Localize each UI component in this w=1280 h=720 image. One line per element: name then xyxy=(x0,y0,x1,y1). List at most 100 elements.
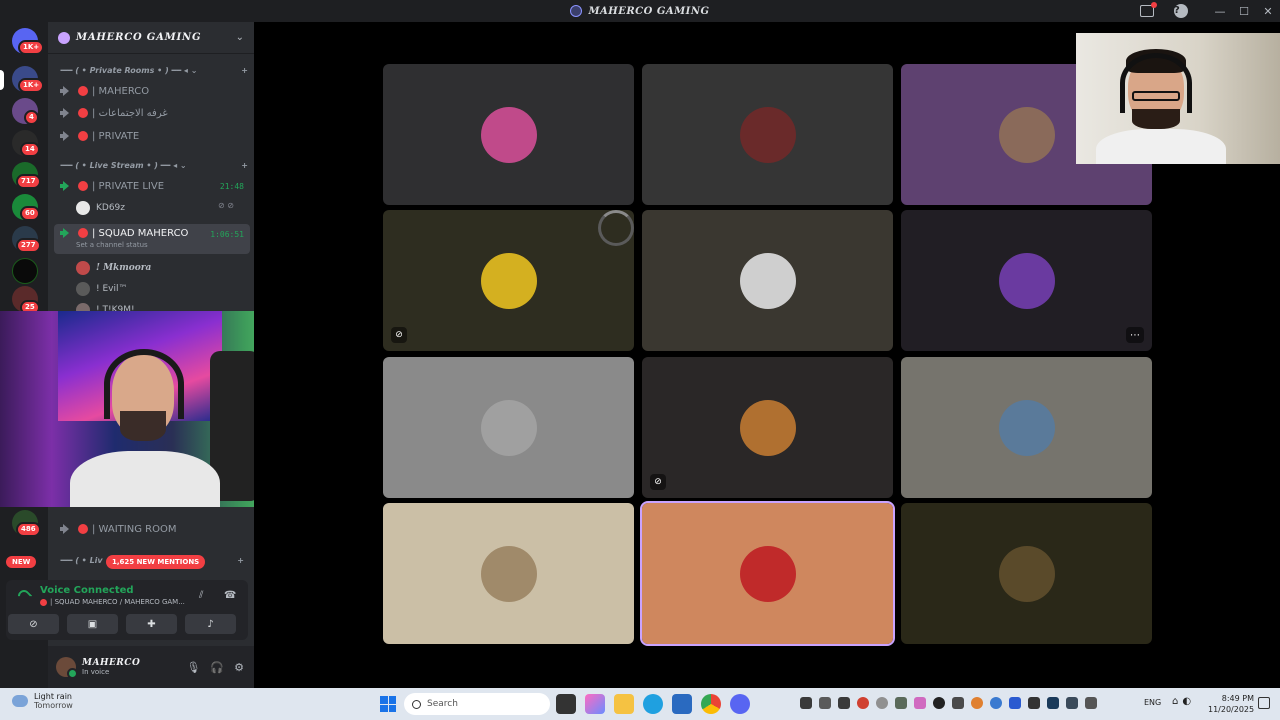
guild-icon xyxy=(58,31,70,44)
channel-squad-maherco[interactable]: | SQUAD MAHERCO 1:06:51 Set a channel st… xyxy=(54,224,250,254)
windows-start-icon[interactable] xyxy=(380,696,396,712)
soundboard-button[interactable]: ♪ xyxy=(185,614,236,634)
channel-private-live[interactable]: | PRIVATE LIVE 21:48 xyxy=(54,176,250,196)
discord-icon[interactable] xyxy=(730,694,750,714)
weather-widget[interactable]: Light rain Tomorrow xyxy=(12,692,73,710)
more-options-icon[interactable]: ⋯ xyxy=(1126,327,1144,343)
channel-label: | PRIVATE LIVE xyxy=(92,180,165,192)
channel-label: | PRIVATE xyxy=(92,130,140,142)
participant-tile[interactable] xyxy=(901,503,1152,644)
participant-tile[interactable] xyxy=(642,210,893,351)
tray-app-icon[interactable] xyxy=(990,697,1002,709)
new-mentions-pill[interactable]: 1,625 NEW MENTIONS xyxy=(106,555,206,569)
avatar xyxy=(480,252,537,309)
help-icon[interactable]: ? xyxy=(1174,4,1188,18)
category-private-rooms[interactable]: ╺━━ ( • Private Rooms • ) ━━ ◂ ⌄ + xyxy=(58,66,248,75)
guild-header[interactable]: MAHERCO GAMING ⌄ xyxy=(48,22,254,54)
voice-member[interactable]: KD69z xyxy=(76,199,125,217)
avatar xyxy=(739,545,796,602)
channel-maherco[interactable]: | MAHERCO xyxy=(54,81,250,101)
tray-app-icon[interactable] xyxy=(933,697,945,709)
chrome-icon[interactable] xyxy=(701,694,721,714)
store-icon[interactable] xyxy=(672,694,692,714)
participant-tile[interactable]: ⊘ xyxy=(642,357,893,498)
server-icon[interactable] xyxy=(12,258,38,284)
voice-member[interactable]: ! Mkmoora xyxy=(76,259,151,277)
participant-tile[interactable] xyxy=(383,503,634,644)
participant-tile[interactable]: ⋯ xyxy=(901,210,1152,351)
tray-app-icon[interactable] xyxy=(971,697,983,709)
participant-tile[interactable]: ⊘ xyxy=(383,210,634,351)
tray-app-icon[interactable] xyxy=(1028,697,1040,709)
taskbar-search[interactable]: Search xyxy=(404,693,550,715)
tray-app-icon[interactable] xyxy=(857,697,869,709)
add-channel-icon[interactable]: + xyxy=(241,66,248,75)
tray-app-icon[interactable] xyxy=(1066,697,1078,709)
tray-app-icon[interactable] xyxy=(800,697,812,709)
channel-status[interactable]: Set a channel status xyxy=(76,241,148,249)
category-label: ╺━━ ( • Private Rooms • ) ━━ ◂ ⌄ xyxy=(58,66,198,75)
window-title-text: MAHERCO GAMING xyxy=(588,5,710,17)
participant-tile[interactable] xyxy=(901,357,1152,498)
participant-tile[interactable] xyxy=(383,64,634,205)
avatar xyxy=(739,106,796,163)
speaker-icon xyxy=(60,524,72,534)
tray-app-icon[interactable] xyxy=(838,697,850,709)
muted-icon: ⊘ xyxy=(650,474,666,490)
task-view-icon[interactable] xyxy=(556,694,576,714)
minimize-button[interactable]: — xyxy=(1208,5,1232,18)
system-icons[interactable]: ⌂◐ xyxy=(1172,696,1195,707)
tray-app-icon[interactable] xyxy=(895,697,907,709)
channel-meetings[interactable]: | غرفه الاجتماعات xyxy=(54,103,250,123)
headphones-icon[interactable]: 🎧 xyxy=(210,661,224,674)
channel-waiting-room[interactable]: | WAITING ROOM xyxy=(54,519,250,539)
signal-icon[interactable] xyxy=(15,587,33,605)
tray-app-icon[interactable] xyxy=(914,697,926,709)
windows-taskbar: Light rain Tomorrow Search ENG ⌂◐ 8:49 P… xyxy=(0,688,1280,720)
channel-label: | SQUAD MAHERCO xyxy=(92,228,189,239)
steam-icon[interactable] xyxy=(1047,697,1059,709)
microphone-icon[interactable]: 🎙 xyxy=(186,661,200,674)
clock[interactable]: 8:49 PM 11/20/2025 xyxy=(1208,693,1254,715)
new-badge[interactable]: NEW xyxy=(6,556,37,568)
voice-channel[interactable]: | SQUAD MAHERCO / MAHERCO GAM... xyxy=(40,598,185,606)
add-channel-icon[interactable]: + xyxy=(237,556,244,565)
category-live-stream[interactable]: ╺━━ ( • Live Stream • ) ━━ ◂ ⌄ + xyxy=(58,161,248,170)
channel-timer: 21:48 xyxy=(219,181,244,191)
tray-app-icon[interactable] xyxy=(952,697,964,709)
channel-private[interactable]: | PRIVATE xyxy=(54,126,250,146)
user-info[interactable]: MAHERCO In voice xyxy=(82,658,140,676)
search-icon xyxy=(412,699,421,709)
add-channel-icon[interactable]: + xyxy=(241,161,248,170)
close-button[interactable]: ✕ xyxy=(1256,5,1280,18)
participant-tile[interactable] xyxy=(642,64,893,205)
inbox-icon[interactable] xyxy=(1140,2,1157,17)
file-explorer-icon[interactable] xyxy=(614,694,634,714)
microphone-icon[interactable] xyxy=(1085,697,1097,709)
voice-member[interactable]: ! Evil™ xyxy=(76,280,127,298)
noise-suppression-icon[interactable]: ⫽ xyxy=(199,590,203,601)
avatar xyxy=(998,252,1055,309)
activities-button[interactable]: ✚ xyxy=(126,614,177,634)
notifications-icon[interactable] xyxy=(1258,697,1270,709)
avatar[interactable] xyxy=(56,657,78,679)
language-indicator[interactable]: ENG xyxy=(1144,698,1161,707)
tray-app-icon[interactable] xyxy=(819,697,831,709)
camera-button[interactable]: ⊘ xyxy=(8,614,59,634)
edge-icon[interactable] xyxy=(643,694,663,714)
disconnect-icon[interactable]: ☎ xyxy=(224,590,236,601)
server-badge: 4 xyxy=(24,110,39,125)
tray-app-icon[interactable] xyxy=(876,697,888,709)
participant-tile[interactable] xyxy=(640,501,895,646)
voice-status[interactable]: Voice Connected xyxy=(40,585,134,596)
channel-timer: 1:06:51 xyxy=(210,230,244,239)
screen-share-button[interactable]: ▣ xyxy=(67,614,118,634)
maximize-button[interactable]: ☐ xyxy=(1232,5,1256,18)
participant-tile[interactable] xyxy=(383,357,634,498)
system-tray xyxy=(800,697,1097,709)
copilot-icon[interactable] xyxy=(585,694,605,714)
channel-label: | WAITING ROOM xyxy=(92,523,177,535)
bluetooth-icon[interactable] xyxy=(1009,697,1021,709)
chevron-down-icon: ⌄ xyxy=(235,32,244,43)
gear-icon[interactable]: ⚙ xyxy=(234,661,244,674)
